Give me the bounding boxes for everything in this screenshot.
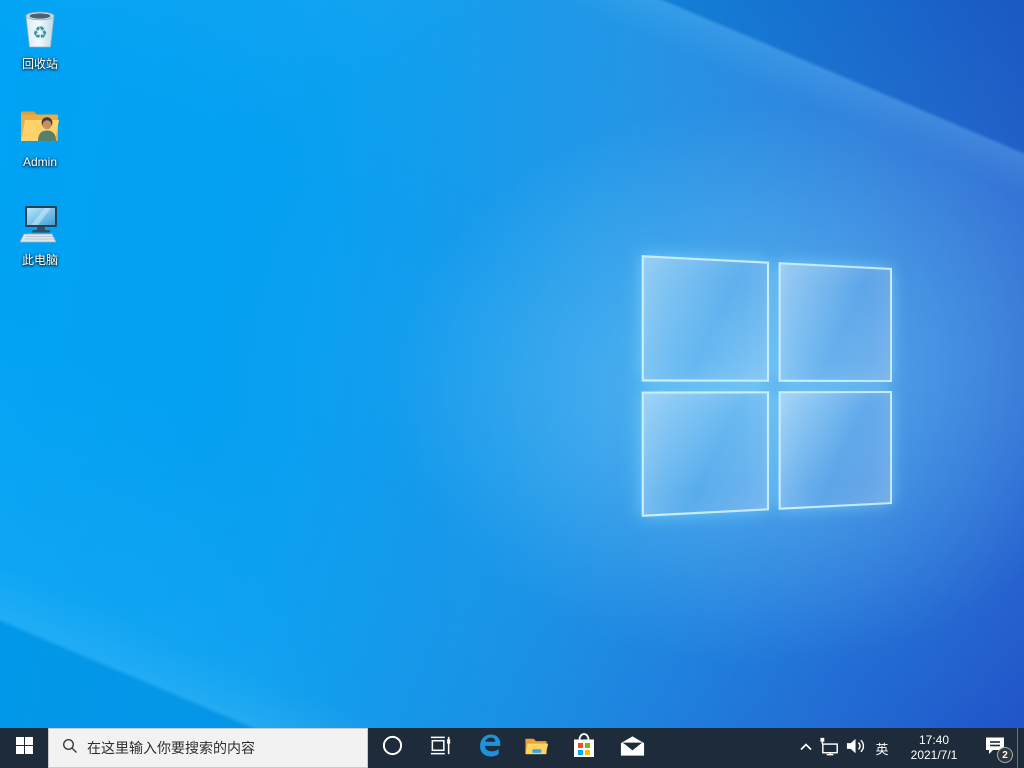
notification-badge: 2 bbox=[997, 747, 1013, 763]
system-tray: 英 17:40 2021/7/1 2 bbox=[795, 728, 1024, 768]
windows-logo bbox=[641, 255, 892, 517]
desktop-icon-label: 回收站 bbox=[21, 57, 58, 71]
action-center-button[interactable]: 2 bbox=[973, 728, 1017, 768]
cortana-icon bbox=[382, 735, 403, 761]
windows-logo-pane bbox=[641, 390, 769, 517]
tray-expand-button[interactable] bbox=[795, 728, 817, 768]
desktop-icon-this-pc[interactable]: 此电脑 bbox=[1, 201, 79, 267]
cortana-button[interactable] bbox=[368, 728, 416, 768]
language-indicator[interactable]: 英 bbox=[869, 728, 895, 768]
clock-date: 2021/7/1 bbox=[910, 748, 958, 762]
store-button[interactable] bbox=[560, 728, 608, 768]
language-indicator-label: 英 bbox=[875, 741, 889, 757]
windows-logo-pane bbox=[641, 255, 769, 382]
mail-icon bbox=[619, 734, 646, 763]
windows-logo-pane bbox=[778, 262, 892, 382]
windows-start-icon bbox=[15, 737, 33, 759]
search-icon bbox=[62, 738, 78, 759]
store-icon bbox=[572, 732, 596, 764]
mail-button[interactable] bbox=[608, 728, 656, 768]
task-view-icon bbox=[429, 734, 452, 762]
clock-time: 17:40 bbox=[918, 733, 950, 747]
windows-logo-pane bbox=[778, 390, 892, 510]
task-view-button[interactable] bbox=[416, 728, 464, 768]
taskbar: 英 17:40 2021/7/1 2 bbox=[0, 728, 1024, 768]
wallpaper bbox=[0, 0, 1024, 728]
file-explorer-button[interactable] bbox=[512, 728, 560, 768]
desktop-icon-admin-folder[interactable]: Admin bbox=[1, 103, 79, 169]
svg-text:♻: ♻ bbox=[32, 24, 47, 43]
this-pc-icon bbox=[17, 201, 63, 252]
user-folder-icon bbox=[17, 103, 63, 154]
desktop-icon-recycle-bin[interactable]: ♻ 回收站 bbox=[1, 5, 79, 71]
chevron-up-icon bbox=[799, 739, 813, 757]
desktop-icon-label: 此电脑 bbox=[21, 253, 58, 267]
search-input[interactable] bbox=[87, 740, 367, 756]
start-button[interactable] bbox=[0, 728, 48, 768]
clock[interactable]: 17:40 2021/7/1 bbox=[895, 728, 973, 768]
network-ethernet-icon bbox=[819, 736, 842, 761]
speaker-icon bbox=[845, 736, 868, 761]
show-desktop-button[interactable] bbox=[1017, 728, 1024, 768]
edge-icon bbox=[475, 732, 502, 764]
desktop-icon-label: Admin bbox=[22, 155, 57, 169]
file-explorer-icon bbox=[523, 733, 549, 764]
network-status-button[interactable] bbox=[817, 728, 843, 768]
edge-button[interactable] bbox=[464, 728, 512, 768]
recycle-bin-icon: ♻ bbox=[17, 5, 63, 56]
volume-button[interactable] bbox=[843, 728, 869, 768]
desktop: ♻ 回收站 Admin 此电脑 在这里输入你要搜索的内容 英 17:40 202… bbox=[0, 0, 1024, 768]
taskbar-search[interactable] bbox=[48, 728, 368, 768]
